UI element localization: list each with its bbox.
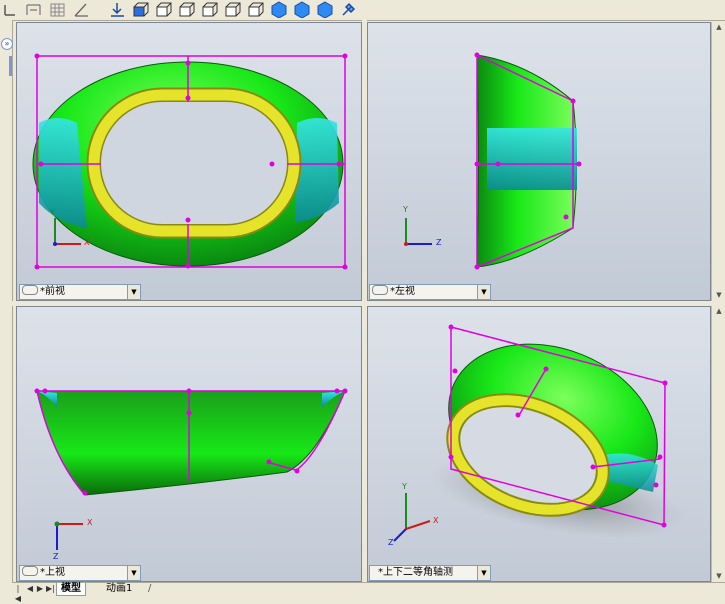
axis-triad-top	[54, 521, 83, 550]
view-link-icon	[22, 285, 38, 295]
left-view-icon[interactable]	[178, 1, 197, 18]
next-tab-icon[interactable]: ▶	[36, 584, 44, 594]
axis-y-label: Y	[403, 205, 408, 214]
view-name: *左视	[390, 286, 415, 297]
move-dimension-icon[interactable]	[24, 1, 43, 18]
bottom-view-icon[interactable]	[247, 1, 266, 18]
tab-animation[interactable]: 动画1	[102, 583, 136, 595]
scroll-up-icon[interactable]: ▲	[713, 306, 725, 316]
axis-y-label: Y	[50, 208, 55, 217]
axis-x-label: X	[433, 516, 439, 525]
view-selector-isometric[interactable]: *上下二等角轴测 ▼	[369, 565, 491, 581]
scroll-down-icon[interactable]: ▼	[713, 571, 725, 581]
horizontal-splitter[interactable]	[12, 301, 725, 306]
trimetric-view-icon[interactable]	[293, 1, 312, 19]
view-name: *上视	[40, 567, 65, 578]
viewport-front[interactable]: Y X *前视 ▼	[16, 22, 362, 301]
feature-manager-strip: »	[0, 20, 13, 595]
normal-to-icon[interactable]	[108, 1, 127, 18]
view-toolbar	[0, 0, 725, 21]
axis-x-label: X	[87, 518, 93, 527]
first-tab-icon[interactable]: |◀	[14, 584, 22, 603]
view-name: *上下二等角轴测	[378, 567, 453, 578]
view-selector-top[interactable]: *上视 ▼	[19, 565, 141, 581]
viewport-left[interactable]: Y Z *左视 ▼	[367, 22, 711, 301]
isometric-view-icon[interactable]	[270, 1, 289, 19]
axis-z-label: Z	[436, 238, 442, 247]
view-selector-icon[interactable]	[339, 1, 358, 18]
axis-z-label: Z	[388, 538, 394, 547]
panel-indicator	[9, 56, 12, 76]
angle-icon[interactable]	[72, 1, 91, 18]
front-view-icon[interactable]	[132, 1, 151, 18]
view-name: *前视	[40, 286, 65, 297]
axis-triad-left	[404, 218, 432, 246]
right-scroll-upper: ▲ ▼	[711, 22, 725, 301]
dropdown-arrow-icon[interactable]: ▼	[127, 285, 140, 299]
view-selector-left[interactable]: *左视 ▼	[369, 284, 491, 300]
scroll-up-icon[interactable]: ▲	[713, 22, 725, 32]
axis-x-label: X	[84, 238, 90, 247]
grid-icon[interactable]	[48, 1, 67, 18]
axis-y-label: Y	[402, 482, 407, 491]
scroll-down-icon[interactable]: ▼	[713, 290, 725, 300]
view-selector-front[interactable]: *前视 ▼	[19, 284, 141, 300]
tab-separator: /	[148, 583, 152, 594]
dimension-icon[interactable]	[2, 1, 21, 18]
prev-tab-icon[interactable]: ◀	[26, 584, 34, 594]
last-tab-icon[interactable]: ▶|	[46, 584, 55, 594]
dropdown-arrow-icon[interactable]: ▼	[127, 566, 140, 580]
viewport-top[interactable]: X Z *上视 ▼	[16, 306, 362, 582]
view-link-icon	[372, 285, 388, 295]
right-scroll-lower: ▲ ▼	[711, 306, 725, 582]
bottom-tab-bar: |◀ ◀ ▶ ▶| 模型 动画1 /	[12, 582, 725, 603]
expand-panel-icon[interactable]: »	[1, 38, 13, 50]
back-view-icon[interactable]	[155, 1, 174, 18]
dropdown-arrow-icon[interactable]: ▼	[477, 285, 490, 299]
viewport-isometric[interactable]: Y X Z *上下二等角轴测 ▼	[367, 306, 711, 582]
axis-z-label: Z	[53, 552, 59, 561]
dropdown-arrow-icon[interactable]: ▼	[477, 566, 490, 580]
top-view-icon[interactable]	[224, 1, 243, 18]
right-view-icon[interactable]	[201, 1, 220, 18]
view-link-icon	[22, 566, 38, 576]
tab-model[interactable]: 模型	[56, 583, 86, 596]
dimetric-view-icon[interactable]	[316, 1, 335, 19]
axis-triad-iso	[393, 493, 431, 542]
